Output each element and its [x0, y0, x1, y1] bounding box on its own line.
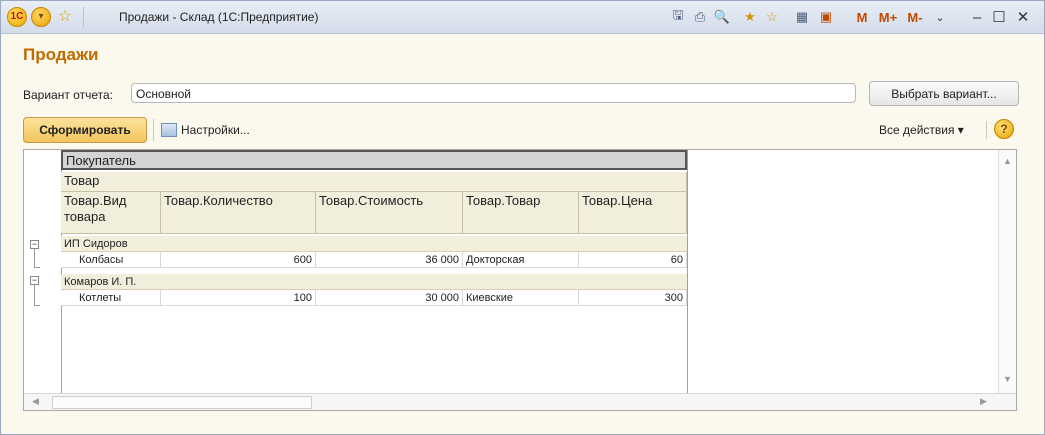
- table-cell[interactable]: 100: [161, 290, 316, 306]
- header-product[interactable]: Товар: [61, 172, 687, 192]
- save-icon[interactable]: 🖫: [669, 7, 687, 26]
- print-icon[interactable]: ⎙: [691, 8, 709, 26]
- table-cell[interactable]: 36 000: [316, 252, 463, 268]
- favorites-icon[interactable]: ☆: [763, 8, 781, 26]
- table-cell[interactable]: 60: [579, 252, 687, 268]
- column-header-item[interactable]: Товар.Товар: [463, 192, 579, 234]
- all-actions-menu[interactable]: Все действия ▾: [879, 123, 964, 137]
- settings-label: Настройки...: [181, 123, 250, 137]
- main-menu-icon[interactable]: ▾: [31, 7, 51, 27]
- settings-icon: [161, 123, 177, 137]
- collapse-group-icon[interactable]: −: [30, 240, 39, 249]
- memory-m-button[interactable]: M: [853, 8, 871, 26]
- variant-field[interactable]: Основной: [131, 83, 856, 103]
- memory-plus-button[interactable]: M+: [875, 8, 901, 26]
- horizontal-scrollbar[interactable]: ◀ ▶: [24, 393, 1016, 410]
- favorite-star-icon[interactable]: ☆: [55, 7, 75, 27]
- table-cell[interactable]: 300: [579, 290, 687, 306]
- calendar-icon[interactable]: ▣: [817, 8, 835, 26]
- tree-line: [34, 285, 35, 305]
- close-icon[interactable]: ✕: [1015, 8, 1031, 26]
- tree-line: [34, 305, 40, 306]
- report-spreadsheet[interactable]: Покупатель Товар Товар.Вид товара Товар.…: [23, 149, 1017, 411]
- settings-button[interactable]: Настройки...: [161, 121, 250, 139]
- memory-minus-button[interactable]: M-: [903, 8, 927, 26]
- print-preview-icon[interactable]: 🔍: [713, 8, 731, 26]
- collapse-group-icon[interactable]: −: [30, 276, 39, 285]
- table-cell[interactable]: Котлеты: [61, 290, 161, 306]
- column-header-price[interactable]: Товар.Цена: [579, 192, 687, 234]
- help-icon[interactable]: ?: [994, 119, 1014, 139]
- table-cell[interactable]: 600: [161, 252, 316, 268]
- app-window: 1C ▾ ☆ Продажи - Склад (1С:Предприятие) …: [0, 0, 1045, 435]
- group-row[interactable]: Комаров И. П.: [61, 274, 687, 290]
- generate-button[interactable]: Сформировать: [23, 117, 147, 143]
- column-header-quantity[interactable]: Товар.Количество: [161, 192, 316, 234]
- variant-label: Вариант отчета:: [23, 88, 113, 102]
- column-divider: [687, 150, 688, 394]
- table-cell[interactable]: 30 000: [316, 290, 463, 306]
- scrollbar-thumb[interactable]: [52, 396, 312, 409]
- minimize-icon[interactable]: –: [969, 8, 985, 26]
- add-favorite-icon[interactable]: ★: [741, 8, 759, 26]
- maximize-icon[interactable]: ☐: [991, 8, 1007, 26]
- scroll-up-icon[interactable]: ▲: [1003, 156, 1012, 166]
- tree-line: [34, 249, 35, 267]
- scroll-left-icon[interactable]: ◀: [32, 396, 39, 407]
- title-bar: 1C ▾ ☆ Продажи - Склад (1С:Предприятие) …: [1, 1, 1044, 34]
- table-cell[interactable]: Докторская: [463, 252, 579, 268]
- column-header-cost[interactable]: Товар.Стоимость: [316, 192, 463, 234]
- toolbar-separator: [153, 119, 154, 141]
- column-header-kind[interactable]: Товар.Вид товара: [61, 192, 161, 234]
- table-cell[interactable]: Колбасы: [61, 252, 161, 268]
- help-separator: [986, 121, 987, 139]
- header-buyer[interactable]: Покупатель: [61, 150, 687, 170]
- window-title: Продажи - Склад (1С:Предприятие): [119, 10, 319, 24]
- calculator-icon[interactable]: ▦: [793, 8, 811, 26]
- dropdown-icon[interactable]: ⌄: [933, 8, 947, 26]
- page-title: Продажи: [23, 45, 99, 64]
- tree-line: [34, 267, 40, 268]
- scroll-down-icon[interactable]: ▼: [1003, 374, 1012, 384]
- group-row[interactable]: ИП Сидоров: [61, 236, 687, 252]
- outline-gutter: [24, 150, 62, 394]
- vertical-scrollbar[interactable]: ▲ ▼: [998, 150, 1016, 394]
- table-cell[interactable]: Киевские: [463, 290, 579, 306]
- app-logo-icon[interactable]: 1C: [7, 7, 27, 27]
- choose-variant-button[interactable]: Выбрать вариант...: [869, 81, 1019, 106]
- title-separator: [83, 7, 84, 27]
- scroll-right-icon[interactable]: ▶: [980, 396, 987, 407]
